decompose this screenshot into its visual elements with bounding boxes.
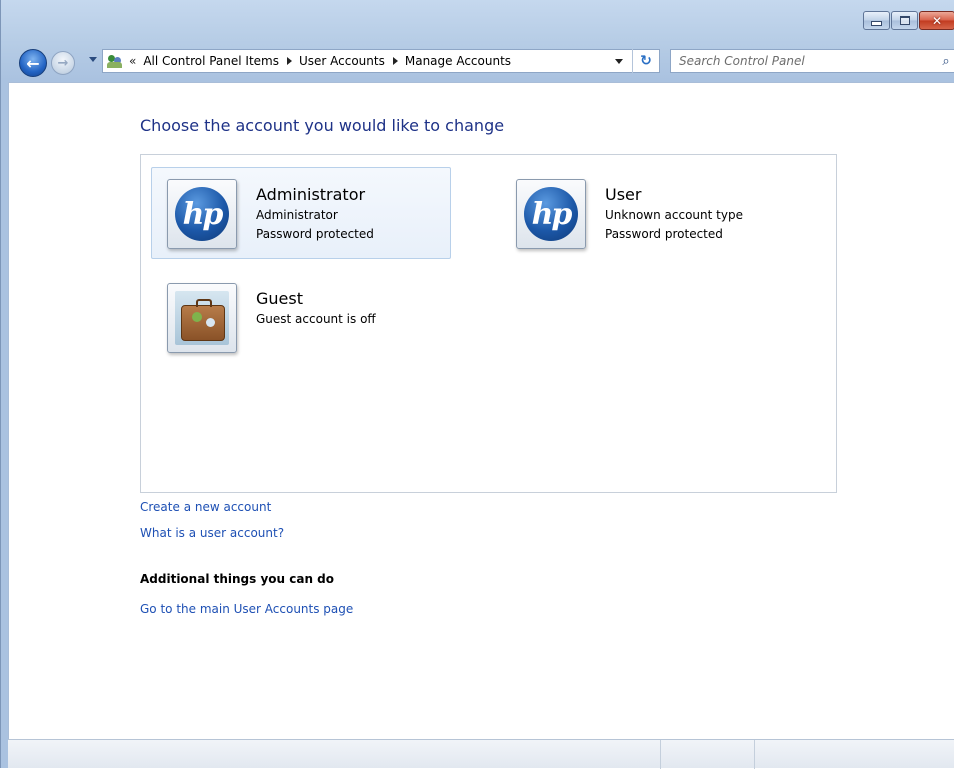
search-icon[interactable]: ⌕: [937, 54, 954, 69]
caption-buttons: ✕: [862, 11, 954, 30]
create-new-account-link[interactable]: Create a new account: [140, 500, 271, 514]
forward-arrow-icon: →: [57, 55, 69, 71]
breadcrumb-overflow[interactable]: «: [129, 54, 136, 68]
status-divider: [660, 740, 661, 769]
breadcrumb-user-accounts[interactable]: User Accounts: [299, 54, 385, 68]
hp-logo-icon: hp: [524, 187, 578, 241]
account-tile-user[interactable]: hp User Unknown account type Password pr…: [500, 167, 800, 259]
maximize-icon: [899, 16, 910, 25]
account-tile-guest[interactable]: Guest Guest account is off: [151, 271, 451, 363]
additional-things-heading: Additional things you can do: [140, 572, 335, 586]
breadcrumb-manage-accounts[interactable]: Manage Accounts: [405, 54, 511, 68]
breadcrumb-chevron-icon[interactable]: [286, 57, 292, 65]
accounts-list: hp Administrator Administrator Password …: [140, 154, 837, 493]
hp-logo-icon: hp: [175, 187, 229, 241]
refresh-button[interactable]: ↻: [632, 49, 659, 73]
breadcrumb-chevron-icon[interactable]: [392, 57, 398, 65]
search-input[interactable]: [671, 53, 937, 69]
account-type: Unknown account type: [605, 208, 743, 222]
account-name: User: [605, 185, 642, 204]
status-divider: [754, 740, 755, 769]
forward-button[interactable]: →: [51, 51, 75, 75]
account-picture: hp: [516, 179, 586, 249]
account-status: Guest account is off: [256, 312, 376, 326]
navigation-bar: ← → « All Control Panel Items User Accou…: [1, 46, 954, 77]
account-name: Administrator: [256, 185, 366, 204]
maximize-button[interactable]: [891, 11, 918, 30]
main-user-accounts-link[interactable]: Go to the main User Accounts page: [140, 602, 353, 616]
back-button[interactable]: ←: [19, 49, 47, 77]
status-bar: [8, 739, 954, 769]
search-box: ⌕: [670, 49, 954, 73]
breadcrumb-all-control-panel-items[interactable]: All Control Panel Items: [143, 54, 279, 68]
address-dropdown-icon[interactable]: [615, 59, 623, 64]
recent-pages-dropdown-icon[interactable]: [89, 57, 97, 62]
back-arrow-icon: ←: [26, 53, 40, 73]
account-name: Guest: [256, 289, 303, 308]
account-password-status: Password protected: [256, 227, 374, 241]
page-title: Choose the account you would like to cha…: [140, 116, 505, 135]
close-button[interactable]: ✕: [919, 11, 954, 30]
account-type: Administrator: [256, 208, 338, 222]
account-tile-administrator[interactable]: hp Administrator Administrator Password …: [151, 167, 451, 259]
close-icon: ✕: [931, 13, 943, 28]
title-bar[interactable]: ✕: [1, 0, 954, 42]
account-picture: hp: [167, 179, 237, 249]
refresh-icon: ↻: [640, 53, 652, 69]
minimize-button[interactable]: [863, 11, 890, 30]
minimize-icon: [871, 21, 882, 26]
account-password-status: Password protected: [605, 227, 723, 241]
address-bar[interactable]: « All Control Panel Items User Accounts …: [102, 49, 660, 73]
user-accounts-icon: [107, 53, 123, 69]
content-pane: Choose the account you would like to cha…: [8, 82, 954, 740]
account-picture: [167, 283, 237, 353]
what-is-user-account-link[interactable]: What is a user account?: [140, 526, 284, 540]
suitcase-icon: [175, 291, 229, 345]
